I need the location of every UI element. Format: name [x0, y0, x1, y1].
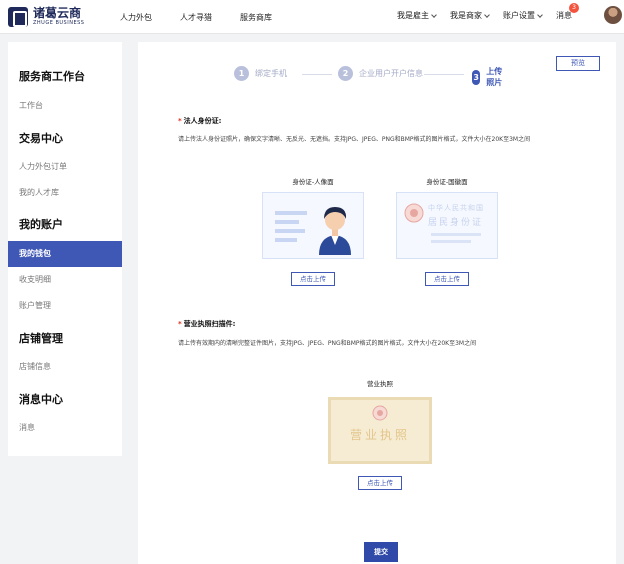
sidebar-section-workbench: 服务商工作台 — [19, 70, 85, 83]
nav-item-outsourcing[interactable]: 人力外包 — [120, 12, 152, 23]
sidebar-item-outsourcing-orders[interactable]: 人力外包订单 — [8, 154, 122, 180]
id-front-label: 身份证-人像面 — [292, 178, 334, 186]
chevron-down-icon — [484, 11, 490, 18]
chevron-down-icon — [431, 11, 437, 18]
step-label: 企业用户开户信息 — [359, 69, 423, 78]
id-back-label: 身份证-国徽面 — [426, 178, 468, 186]
sidebar-item-workbench[interactable]: 工作台 — [8, 93, 122, 119]
sidebar-section-trade: 交易中心 — [19, 132, 63, 145]
logo-icon — [8, 7, 28, 27]
main-panel: 预览 1 绑定手机 2 企业用户开户信息 3 上传照片 * 法人身份证: 请上传法… — [138, 42, 616, 564]
messages-link[interactable]: 消息 3 — [556, 3, 579, 21]
id-card-section-title-text: 法人身份证: — [183, 117, 222, 125]
step-label: 上传照片 — [486, 67, 503, 87]
id-portrait-illustration-icon — [275, 207, 351, 255]
sidebar-section-store: 店铺管理 — [19, 332, 63, 345]
sidebar-item-account-management[interactable]: 账户管理 — [8, 293, 122, 319]
sidebar-section-messages: 消息中心 — [19, 393, 63, 406]
logo-text: 诸葛云商 — [33, 6, 82, 20]
employer-menu[interactable]: 我是雇主 — [397, 10, 437, 21]
nav-item-provider-library[interactable]: 服务商库 — [240, 12, 272, 23]
license-description: 请上传有效期内的清晰完整证件图片，支持JPG、JPEG、PNG和BMP格式的图片… — [178, 340, 477, 347]
sidebar-item-talent-pool[interactable]: 我的人才库 — [8, 180, 122, 206]
upload-id-back-button[interactable]: 点击上传 — [425, 272, 469, 286]
id-card-section-title: * 法人身份证: — [178, 116, 221, 126]
account-settings-label: 账户设置 — [503, 11, 535, 20]
main-nav: 人力外包 人才寻猎 服务商库 — [120, 12, 300, 23]
step-bind-phone: 1 绑定手机 — [234, 66, 287, 81]
chevron-down-icon — [537, 11, 543, 18]
step-number: 3 — [472, 69, 481, 85]
merchant-menu[interactable]: 我是商家 — [450, 10, 490, 21]
upload-id-front-button[interactable]: 点击上传 — [291, 272, 335, 286]
step-upload-photos: 3 上传照片 — [472, 66, 504, 88]
sidebar-item-wallet[interactable]: 我的钱包 — [8, 241, 122, 267]
sidebar-item-transactions[interactable]: 收支明细 — [8, 267, 122, 293]
sidebar-item-messages[interactable]: 消息 — [8, 415, 122, 441]
upload-license-button[interactable]: 点击上传 — [358, 476, 402, 490]
account-settings-menu[interactable]: 账户设置 — [503, 10, 543, 21]
top-navbar: 诸葛云商 ZHUGE BUSINESS 人力外包 人才寻猎 服务商库 我是雇主 … — [0, 0, 624, 34]
step-connector — [302, 74, 332, 75]
id-back-line1: 中华人民共和国 — [428, 204, 484, 212]
sidebar-item-store-info[interactable]: 店铺信息 — [8, 354, 122, 380]
license-section-title: * 营业执照扫描件: — [178, 319, 235, 329]
id-card-description: 请上传法人身份证照片，确保文字清晰、无反光、无遮挡。支持JPG、JPEG、PNG… — [178, 136, 531, 143]
logo[interactable]: 诸葛云商 ZHUGE BUSINESS — [8, 7, 84, 27]
logo-subtext: ZHUGE BUSINESS — [33, 20, 85, 26]
license-label: 营业执照 — [367, 380, 393, 388]
id-back-line2: 居民身份证 — [428, 218, 484, 228]
nav-item-headhunting[interactable]: 人才寻猎 — [180, 12, 212, 23]
step-enterprise-info: 2 企业用户开户信息 — [338, 66, 423, 81]
employer-menu-label: 我是雇主 — [397, 11, 429, 20]
license-section-title-text: 营业执照扫描件: — [183, 320, 236, 328]
step-label: 绑定手机 — [255, 69, 287, 78]
step-number: 1 — [234, 66, 249, 81]
license-placeholder[interactable]: 营业执照 — [328, 397, 432, 464]
required-marker: * — [178, 320, 182, 328]
sidebar: 服务商工作台 工作台 交易中心 人力外包订单 我的人才库 我的账户 我的钱包 收… — [8, 42, 122, 456]
license-card-text: 营业执照 — [349, 428, 410, 442]
id-back-placeholder[interactable]: 中华人民共和国 居民身份证 — [396, 192, 498, 259]
id-front-placeholder[interactable] — [262, 192, 364, 259]
avatar[interactable] — [604, 6, 622, 24]
preview-button[interactable]: 预览 — [556, 56, 600, 71]
submit-button[interactable]: 提交 — [364, 542, 398, 562]
required-marker: * — [178, 117, 182, 125]
step-connector — [424, 74, 464, 75]
sidebar-section-account: 我的账户 — [19, 218, 63, 231]
merchant-menu-label: 我是商家 — [450, 11, 482, 20]
step-number: 2 — [338, 66, 353, 81]
message-count-badge: 3 — [569, 3, 579, 13]
user-nav: 我是雇主 我是商家 账户设置 消息 3 — [383, 3, 579, 21]
progress-steps: 1 绑定手机 2 企业用户开户信息 3 上传照片 — [234, 66, 504, 87]
